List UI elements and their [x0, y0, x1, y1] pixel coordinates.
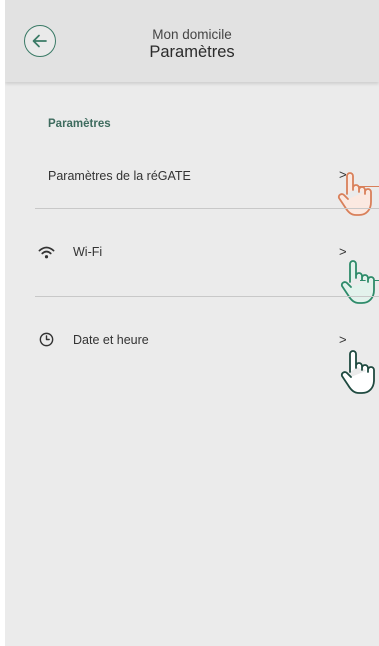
app-header: Mon domicile Paramètres	[5, 0, 379, 82]
section-label: Paramètres	[48, 118, 111, 130]
pointer-hand-icon	[340, 350, 375, 394]
settings-item-date-time[interactable]: Date et heure >	[5, 329, 379, 369]
chevron-right-icon: >	[339, 244, 347, 259]
settings-screen: Mon domicile Paramètres Paramètres Param…	[5, 0, 379, 646]
settings-item-label: Wi-Fi	[73, 245, 103, 259]
clock-icon	[39, 332, 54, 347]
settings-item-wifi[interactable]: Wi-Fi >	[5, 241, 379, 281]
wifi-icon	[38, 246, 55, 259]
settings-item-regate[interactable]: Paramètres de la réGATE >	[5, 157, 379, 197]
chevron-right-icon: >	[339, 332, 347, 347]
settings-item-label: Paramètres de la réGATE	[48, 169, 191, 183]
divider	[35, 208, 379, 209]
divider	[35, 296, 379, 297]
settings-item-label: Date et heure	[73, 333, 149, 347]
pointer-hand-icon	[340, 260, 375, 304]
page-title: Paramètres	[149, 43, 235, 61]
header-subtitle: Mon domicile	[152, 27, 232, 42]
pointer-hand-icon	[337, 172, 372, 216]
